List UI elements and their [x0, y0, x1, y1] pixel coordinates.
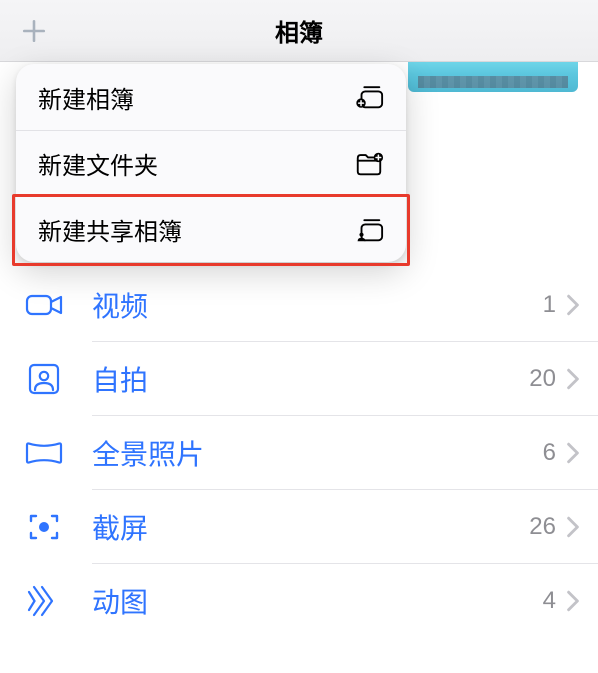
add-menu-popover: 新建相簿 新建文件夹 — [16, 64, 406, 262]
content-area: 新建相簿 新建文件夹 — [0, 62, 598, 673]
list-item-count: 6 — [543, 439, 556, 467]
background-thumbnail — [408, 62, 578, 92]
selfie-icon — [22, 357, 66, 401]
chevron-right-icon — [566, 516, 580, 538]
menu-item-label: 新建相簿 — [38, 80, 134, 115]
menu-item-new-album[interactable]: 新建相簿 — [16, 64, 406, 130]
list-item-count: 1 — [543, 291, 556, 319]
chevron-right-icon — [566, 442, 580, 464]
list-item-count: 26 — [529, 513, 556, 541]
menu-item-new-shared-album[interactable]: 新建共享相簿 — [16, 196, 406, 262]
list-item-count: 20 — [529, 365, 556, 393]
list-item-label: 全景照片 — [92, 433, 543, 473]
menu-item-new-folder[interactable]: 新建文件夹 — [16, 130, 406, 196]
chevron-right-icon — [566, 368, 580, 390]
list-item-count: 4 — [543, 587, 556, 615]
page-title: 相簿 — [275, 13, 323, 48]
chevron-right-icon — [566, 294, 580, 316]
list-item-videos[interactable]: 视频 1 — [0, 268, 598, 342]
screenshot-icon — [22, 505, 66, 549]
new-album-icon — [354, 82, 384, 112]
animated-icon — [22, 579, 66, 623]
new-shared-album-icon — [354, 215, 384, 245]
menu-item-label: 新建文件夹 — [38, 146, 158, 181]
list-item-panoramas[interactable]: 全景照片 6 — [0, 416, 598, 490]
list-item-label: 自拍 — [92, 359, 529, 399]
list-item-label: 动图 — [92, 581, 543, 621]
add-button[interactable] — [20, 17, 48, 45]
chevron-right-icon — [566, 590, 580, 612]
list-item-screenshots[interactable]: 截屏 26 — [0, 490, 598, 564]
list-item-label: 截屏 — [92, 507, 529, 547]
list-item-label: 视频 — [92, 285, 543, 325]
header: 相簿 — [0, 0, 598, 62]
media-type-list: 视频 1 自拍 20 — [0, 268, 598, 638]
list-item-selfies[interactable]: 自拍 20 — [0, 342, 598, 416]
panorama-icon — [22, 431, 66, 475]
list-item-animated[interactable]: 动图 4 — [0, 564, 598, 638]
new-folder-icon — [354, 149, 384, 179]
video-icon — [22, 283, 66, 327]
menu-item-label: 新建共享相簿 — [38, 212, 182, 247]
